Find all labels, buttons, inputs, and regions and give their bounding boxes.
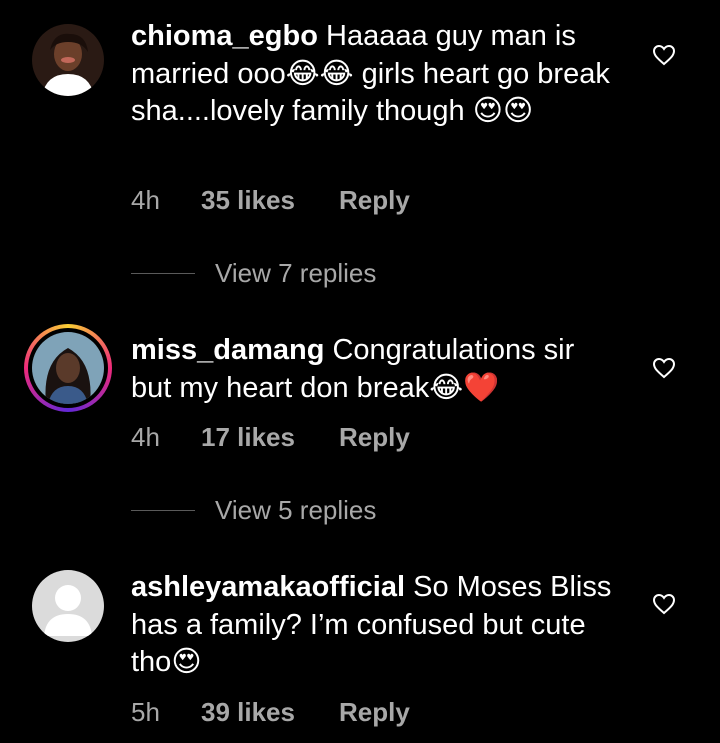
heart-outline-icon[interactable] (652, 44, 676, 66)
comment-likes[interactable]: 35 likes (201, 185, 339, 216)
comment-meta: 4h 35 likes Reply (131, 185, 410, 216)
comment-meta: 5h 39 likes Reply (131, 697, 410, 728)
heart-outline-icon[interactable] (652, 593, 676, 615)
heart-eyes-emoji-icon: 😍😍 (472, 95, 534, 127)
view-replies-button[interactable]: View 5 replies (131, 495, 376, 526)
laughing-heart-emoji-icon: 😂❤️ (429, 371, 500, 404)
comment-time: 4h (131, 185, 160, 215)
avatar-image (32, 332, 104, 404)
reply-button[interactable]: Reply (339, 185, 410, 216)
view-replies-label: View 7 replies (215, 258, 377, 288)
heart-eyes-emoji-icon: 😍 (171, 646, 202, 678)
view-replies-label: View 5 replies (215, 495, 377, 525)
comment-text: ashleyamakaofficial So Moses Bliss has a… (131, 569, 621, 682)
avatar[interactable] (32, 24, 104, 96)
comment-likes[interactable]: 17 likes (201, 422, 339, 453)
comment-time: 5h (131, 697, 160, 727)
avatar[interactable] (32, 570, 104, 642)
comment-time: 4h (131, 422, 160, 452)
comment-likes[interactable]: 39 likes (201, 697, 339, 728)
divider-line (131, 510, 195, 511)
avatar-image (32, 24, 104, 96)
comment-username[interactable]: miss_damang (131, 334, 324, 366)
heart-outline-icon[interactable] (652, 357, 676, 379)
avatar (32, 332, 104, 404)
divider-line (131, 273, 195, 274)
reply-button[interactable]: Reply (339, 422, 410, 453)
reply-button[interactable]: Reply (339, 697, 410, 728)
view-replies-button[interactable]: View 7 replies (131, 258, 376, 289)
comment-username[interactable]: ashleyamakaofficial (131, 571, 405, 603)
comment-text: miss_damang Congratulations sir but my h… (131, 332, 621, 407)
story-ring[interactable] (24, 324, 112, 412)
default-avatar-icon (32, 570, 104, 642)
laughing-emoji-icon: 😂😂 (285, 57, 354, 90)
comment-text: chioma_egbo Haaaaa guy man is married oo… (131, 18, 621, 131)
comment-meta: 4h 17 likes Reply (131, 422, 410, 453)
comment-username[interactable]: chioma_egbo (131, 20, 318, 52)
